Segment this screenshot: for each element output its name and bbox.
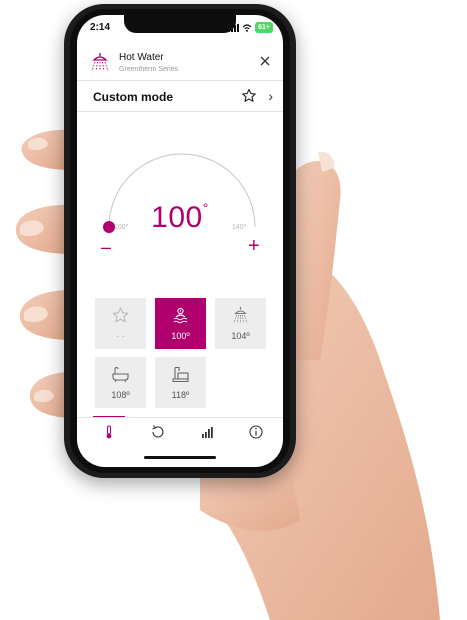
preset-label: 100º	[171, 331, 190, 341]
degree-symbol: °	[202, 200, 209, 216]
bar-chart-icon[interactable]	[199, 424, 215, 440]
star-icon[interactable]	[241, 88, 257, 104]
custom-mode-row[interactable]: Custom mode ›	[77, 82, 283, 112]
header-title: Hot Water	[119, 52, 164, 63]
preset-label: - -	[116, 331, 125, 341]
header-subtitle: Greentherm Series	[119, 66, 179, 73]
chevron-right-icon[interactable]: ›	[268, 88, 273, 104]
preset-bathtub[interactable]: 108º	[95, 357, 146, 408]
preset-kitchen-sink[interactable]: 118º	[155, 357, 206, 408]
preset-label: 118º	[171, 390, 190, 400]
shower-icon	[233, 307, 248, 324]
dial-max-label: 140°	[232, 224, 247, 231]
bathtub-icon	[112, 366, 129, 383]
refresh-icon[interactable]	[150, 424, 166, 440]
thermometer-icon[interactable]	[101, 424, 117, 440]
decrease-button[interactable]: –	[101, 238, 111, 256]
preset-label: 108º	[111, 390, 130, 400]
home-indicator	[144, 456, 216, 459]
increase-button[interactable]: +	[248, 236, 260, 256]
preset-shower[interactable]: 104º	[215, 298, 266, 349]
signal-icon	[228, 23, 240, 32]
battery-indicator: 61+	[255, 22, 273, 33]
app-header: Hot Water Greentherm Series	[77, 45, 283, 81]
close-button[interactable]	[257, 53, 273, 69]
temperature-value: 100°	[77, 200, 283, 235]
product-photo: 2:14 61+ Hot Water Greentherm Series Cus…	[0, 0, 467, 620]
shower-icon	[91, 53, 109, 72]
phone-screen: 2:14 61+ Hot Water Greentherm Series Cus…	[77, 15, 283, 467]
dial-min-label: 100°	[114, 224, 129, 231]
status-indicators: 61+	[228, 22, 273, 33]
bottom-tab-bar	[77, 417, 283, 447]
preset-label: 104º	[231, 331, 250, 341]
sink-icon	[172, 366, 189, 382]
preset-favorite[interactable]: - -	[95, 298, 146, 349]
wifi-icon	[242, 23, 252, 32]
status-bar: 2:14 61+	[77, 15, 283, 45]
preset-hot-water[interactable]: 100º	[155, 298, 206, 349]
hand-wash-icon	[173, 307, 188, 324]
star-icon	[112, 307, 129, 323]
status-time: 2:14	[90, 22, 111, 33]
info-icon[interactable]	[248, 424, 264, 440]
temperature-number: 100	[151, 201, 203, 234]
mode-title: Custom mode	[93, 90, 174, 104]
close-icon	[260, 56, 270, 66]
